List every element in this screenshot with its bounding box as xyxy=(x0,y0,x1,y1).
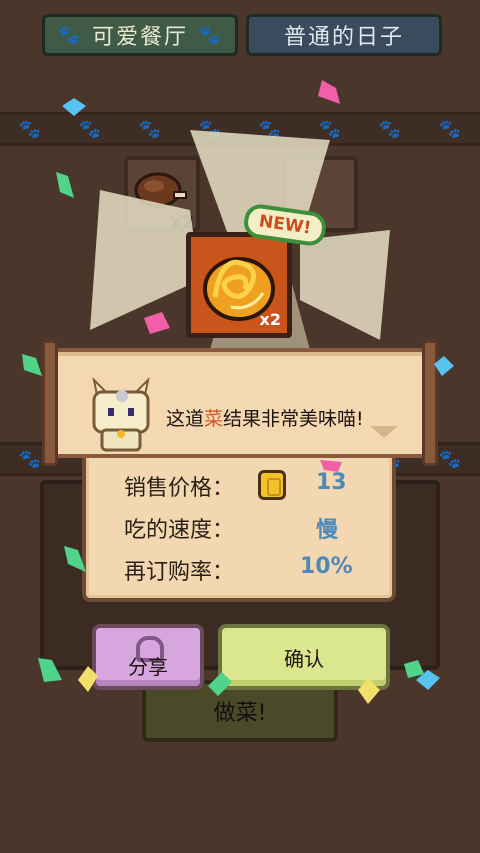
reorder-label: 再订购率： xyxy=(124,560,235,585)
confetti xyxy=(38,658,62,682)
price-value: 13 xyxy=(316,470,347,495)
day-label: 普通的日子 xyxy=(283,25,404,50)
restaurant-name-tab[interactable]: 🐾 可爱餐厅 🐾 xyxy=(42,14,238,56)
new-dish-card: x2 xyxy=(186,232,292,338)
dialog-text-after: 结果非常美味喵! xyxy=(223,408,364,430)
reorder-row: 再订购率： 10% xyxy=(124,550,384,590)
speed-row: 吃的速度： 慢 xyxy=(124,508,384,548)
cook-button-label: 做菜! xyxy=(213,701,267,726)
confetti xyxy=(434,356,454,376)
price-label: 销售价格： xyxy=(124,476,235,501)
paw-icon: 🐾 xyxy=(198,24,223,46)
scroll-rod xyxy=(42,340,58,466)
coin-icon xyxy=(258,470,286,500)
confetti xyxy=(56,172,74,198)
confetti xyxy=(22,354,42,376)
continue-arrow-icon[interactable] xyxy=(370,426,398,438)
paw-icon: 🐾 xyxy=(57,24,82,46)
day-label-tab[interactable]: 普通的日子 xyxy=(246,14,442,56)
dialog-text-highlight: 菜 xyxy=(204,408,224,430)
speed-label: 吃的速度： xyxy=(124,518,235,543)
paw-icon: 🐾 xyxy=(18,448,42,470)
share-button-label: 分享 xyxy=(128,654,168,679)
paw-icon: 🐾 xyxy=(18,118,42,140)
confetti xyxy=(358,678,380,704)
paw-icon: 🐾 xyxy=(438,118,462,140)
speed-value: 慢 xyxy=(316,518,339,543)
confetti xyxy=(208,672,232,696)
dish-count: x2 xyxy=(259,310,281,329)
confetti xyxy=(320,460,342,472)
price-row: 销售价格： 13 xyxy=(124,466,384,506)
share-button[interactable]: 分享 xyxy=(92,624,204,690)
confirm-button-label: 确认 xyxy=(284,646,324,671)
paw-icon: 🐾 xyxy=(438,448,462,470)
restaurant-name: 可爱餐厅 xyxy=(91,25,188,50)
confetti xyxy=(64,546,86,572)
confetti xyxy=(416,670,440,690)
dialog-body: 这道菜结果非常美味喵! xyxy=(52,348,428,458)
dialog-text: 这道菜结果非常美味喵! xyxy=(166,404,364,431)
confetti xyxy=(318,80,340,104)
dialog-scroll[interactable]: 这道菜结果非常美味喵! xyxy=(42,340,438,466)
reorder-value: 10% xyxy=(300,554,353,579)
confetti xyxy=(78,666,98,692)
confetti xyxy=(144,312,170,334)
dialog-text-before: 这道 xyxy=(166,408,205,430)
confetti xyxy=(62,98,86,116)
cat-chef-icon xyxy=(92,376,150,452)
